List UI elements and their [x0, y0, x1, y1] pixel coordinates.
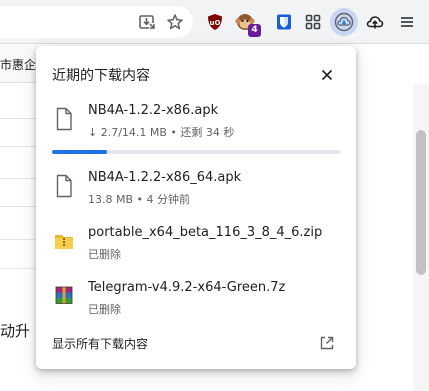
divider	[0, 268, 40, 269]
rar-archive-icon	[55, 286, 73, 304]
file-icon	[56, 174, 72, 198]
divider	[0, 118, 40, 119]
scrollbar-thumb[interactable]	[416, 130, 426, 275]
extensions-grid-icon[interactable]	[299, 8, 327, 36]
download-cloud-icon[interactable]	[330, 8, 358, 36]
download-filename[interactable]: NB4A-1.2.2-x86_64.apk	[88, 170, 241, 185]
bitwarden-icon[interactable]	[270, 8, 298, 36]
download-status: 13.8 MB • 4 分钟前	[88, 193, 191, 206]
ublock-icon[interactable]: uO	[201, 8, 229, 36]
install-icon[interactable]	[133, 8, 161, 36]
zip-archive-icon	[55, 235, 73, 249]
divider	[0, 146, 40, 147]
download-progress-bar	[52, 150, 340, 154]
star-icon[interactable]	[161, 8, 189, 36]
open-external-icon[interactable]	[319, 335, 335, 351]
download-status: 已删除	[88, 248, 121, 261]
download-filename[interactable]: Telegram-v4.9.2-x64-Green.7z	[88, 280, 285, 295]
extension-badge: 4	[248, 24, 261, 37]
bookmark-item[interactable]: 市惠企	[0, 56, 36, 73]
downloads-popup: 近期的下载内容 NB4A-1.2.2-x86.apk ↓ 2.7/14.1 MB…	[36, 46, 356, 369]
page-text: 动升	[0, 322, 31, 340]
svg-text:uO: uO	[210, 19, 221, 27]
file-icon	[56, 107, 72, 131]
close-icon[interactable]	[316, 64, 338, 86]
divider	[0, 239, 40, 240]
download-item[interactable]: NB4A-1.2.2-x86_64.apk 13.8 MB • 4 分钟前	[36, 170, 356, 226]
divider	[0, 206, 40, 207]
download-filename[interactable]: portable_x64_beta_116_3_8_4_6.zip	[88, 225, 322, 240]
upload-cloud-icon[interactable]	[361, 8, 389, 36]
popup-title: 近期的下载内容	[52, 68, 150, 84]
download-status: ↓ 2.7/14.1 MB • 还剩 34 秒	[88, 126, 235, 139]
download-item[interactable]: Telegram-v4.9.2-x64-Green.7z 已删除	[36, 280, 356, 336]
show-all-downloads-link[interactable]: 显示所有下载内容	[52, 335, 148, 352]
browser-toolbar: uO 4	[0, 0, 429, 44]
divider	[0, 178, 40, 179]
download-status: 已删除	[88, 303, 121, 316]
download-filename[interactable]: NB4A-1.2.2-x86.apk	[88, 103, 218, 118]
download-item[interactable]: portable_x64_beta_116_3_8_4_6.zip 已删除	[36, 225, 356, 281]
download-progress-fill	[52, 150, 107, 154]
menu-icon[interactable]	[393, 8, 421, 36]
monkey-extension-icon[interactable]: 4	[231, 8, 261, 37]
